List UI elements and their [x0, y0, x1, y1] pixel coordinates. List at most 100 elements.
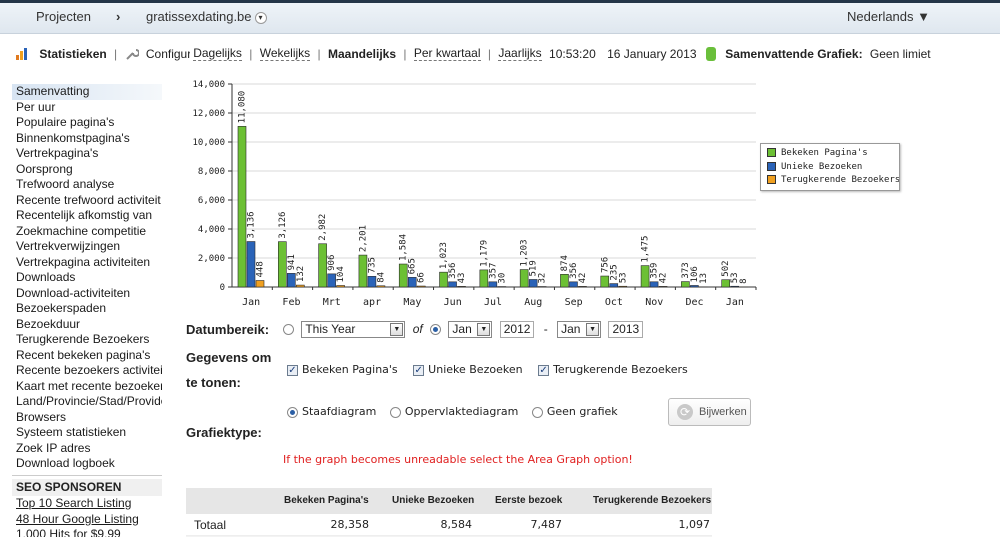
data-label: 11,080 — [238, 91, 248, 124]
period-monthly[interactable]: Maandelijks — [328, 47, 396, 61]
sidebar-item[interactable]: Terugkerende Bezoekers — [12, 332, 162, 348]
sidebar-item[interactable]: Bezoekerspaden — [12, 301, 162, 317]
chevron-down-icon[interactable]: ▾ — [254, 11, 267, 24]
separator: | — [114, 46, 118, 61]
summary-chart-value[interactable]: Geen limiet — [870, 47, 931, 61]
radio-area-chart[interactable] — [389, 406, 401, 418]
bar — [721, 279, 730, 288]
sidebar-item[interactable]: Binnenkomstpagina's — [12, 131, 162, 147]
sidebar-item[interactable]: Samenvatting — [12, 84, 162, 100]
refresh-button[interactable]: ⟳ Bijwerken — [668, 398, 751, 426]
data-label: 665 — [408, 258, 418, 274]
seo-title: SEO SPONSOREN — [12, 479, 162, 496]
data-label-line2: te tonen: — [186, 375, 241, 390]
sidebar-item[interactable]: Recente trefwoord activiteit — [12, 193, 162, 209]
language-selector[interactable]: Nederlands ▼ — [847, 9, 930, 24]
y-tick-label: 10,000 — [192, 138, 225, 148]
chart-type-options: Staafdiagram Oppervlaktediagram Geen gra… — [287, 405, 618, 418]
current-time: 10:53:20 — [549, 46, 596, 61]
statistics-tab[interactable]: Statistieken — [39, 47, 106, 61]
radio-bar-chart[interactable] — [287, 406, 298, 418]
summary-chart-label: Samenvattende Grafiek: — [725, 46, 863, 61]
checkbox-unique[interactable]: ✓ — [413, 364, 425, 376]
sidebar-item[interactable]: Trefwoord analyse — [12, 177, 162, 193]
sub-navigation: Statistieken | Configuratie Dagelijks | … — [16, 46, 931, 64]
bar — [649, 281, 659, 288]
current-date: 16 January 2013 — [607, 46, 697, 61]
sidebar-item[interactable]: Zoekmachine competitie — [12, 224, 162, 240]
bar — [296, 284, 305, 288]
monthly-bar-chart: 0 2,000 4,000 6,000 8,000 10,000 12,000 14,000 1… — [192, 80, 757, 308]
bar — [488, 281, 498, 288]
seo-link-hits[interactable]: 1,000 Hits for $9.99 — [12, 527, 162, 537]
bar — [255, 280, 265, 288]
sidebar-item[interactable]: Kaart met recente bezoekers — [12, 379, 162, 395]
from-year-input[interactable]: 2012 — [499, 321, 535, 338]
bar — [407, 277, 417, 288]
data-label: 32 — [538, 273, 548, 284]
separator: | — [487, 46, 491, 61]
period-daily[interactable]: Dagelijks — [193, 46, 242, 62]
sidebar-item[interactable]: Recentelijk afkomstig van — [12, 208, 162, 224]
configuration-tab[interactable]: Configuratie — [146, 47, 190, 61]
sidebar-item[interactable]: Download logboek — [12, 456, 162, 472]
cell-returning: 1,097 — [678, 518, 711, 531]
sidebar-item[interactable]: Systeem statistieken — [12, 425, 162, 441]
sidebar-item[interactable]: Recente bezoekers activiteit — [12, 363, 162, 379]
x-tick-label: Jan — [242, 297, 260, 308]
sidebar-item[interactable]: Vertrekpagina activiteiten — [12, 255, 162, 271]
y-tick-label: 0 — [220, 283, 225, 293]
totals-table: Bekeken Pagina's Unieke Bezoeken Eerste … — [186, 488, 712, 537]
legend-item: Bekeken Pagina's — [767, 147, 899, 161]
sidebar-item[interactable]: Browsers — [12, 410, 162, 426]
radio-no-chart[interactable] — [531, 406, 543, 418]
projects-link[interactable]: Projecten — [36, 9, 91, 24]
bar — [398, 263, 408, 288]
period-quarterly[interactable]: Per kwartaal — [413, 46, 481, 62]
bar — [439, 271, 448, 288]
to-month-select[interactable]: Jan ▼ — [557, 321, 602, 338]
top-bar: Projecten › gratissexdating.be ▾ Nederlan… — [0, 0, 1000, 34]
bar — [358, 254, 368, 288]
col-header: Terugkerende Bezoekers — [593, 495, 712, 506]
y-tick-label: 6,000 — [198, 196, 225, 206]
sidebar-item[interactable]: Populaire pagina's — [12, 115, 162, 131]
seo-link-top10[interactable]: Top 10 Search Listing — [12, 496, 162, 512]
preset-select[interactable]: This Year ▼ — [301, 321, 406, 338]
sidebar-item[interactable]: Zoek IP adres — [12, 441, 162, 457]
bar — [336, 285, 345, 288]
sidebar-item[interactable]: Bezoekduur — [12, 317, 162, 333]
site-name: gratissexdating.be — [146, 9, 252, 24]
period-yearly[interactable]: Jaarlijks — [498, 46, 542, 62]
cell-views: 28,358 — [330, 518, 370, 531]
from-month-select[interactable]: Jan ▼ — [448, 321, 493, 338]
site-selector[interactable]: gratissexdating.be ▾ — [146, 9, 267, 24]
sidebar-item[interactable]: Vertrekpagina's — [12, 146, 162, 162]
sidebar-item[interactable]: Per uur — [12, 100, 162, 116]
x-tick-label: Jan — [726, 297, 744, 308]
data-label: 448 — [256, 261, 266, 277]
bar — [318, 243, 327, 288]
sidebar-item[interactable]: Download-activiteiten — [12, 286, 162, 302]
sidebar-item[interactable]: Oorsprong — [12, 162, 162, 178]
period-weekly[interactable]: Wekelijks — [259, 46, 311, 62]
bar — [376, 285, 386, 288]
table-header: Bekeken Pagina's Unieke Bezoeken Eerste … — [186, 488, 712, 514]
checkbox-returning[interactable]: ✓ — [538, 364, 550, 376]
seo-sponsors: SEO SPONSOREN Top 10 Search Listing 48 H… — [12, 475, 162, 537]
checkbox-views[interactable]: ✓ — [287, 364, 298, 376]
legend-label: Terugkerende Bezoekers — [781, 175, 900, 185]
bar — [681, 281, 690, 288]
custom-range-radio[interactable] — [430, 324, 442, 335]
sidebar-item[interactable]: Recent bekeken pagina's — [12, 348, 162, 364]
to-year-input[interactable]: 2013 — [608, 321, 644, 338]
sidebar-item[interactable]: Downloads — [12, 270, 162, 286]
wrench-icon — [125, 47, 140, 61]
sidebar-item[interactable]: Vertrekverwijzingen — [12, 239, 162, 255]
seo-link-48hour[interactable]: 48 Hour Google Listing — [12, 512, 162, 528]
legend-swatch — [767, 161, 776, 171]
radio-bar-label: Staafdiagram — [302, 405, 377, 418]
sidebar-item[interactable]: Land/Provincie/Stad/Provider — [12, 394, 162, 410]
warning-text: If the graph becomes unreadable select t… — [283, 453, 633, 466]
preset-radio[interactable] — [283, 324, 294, 335]
